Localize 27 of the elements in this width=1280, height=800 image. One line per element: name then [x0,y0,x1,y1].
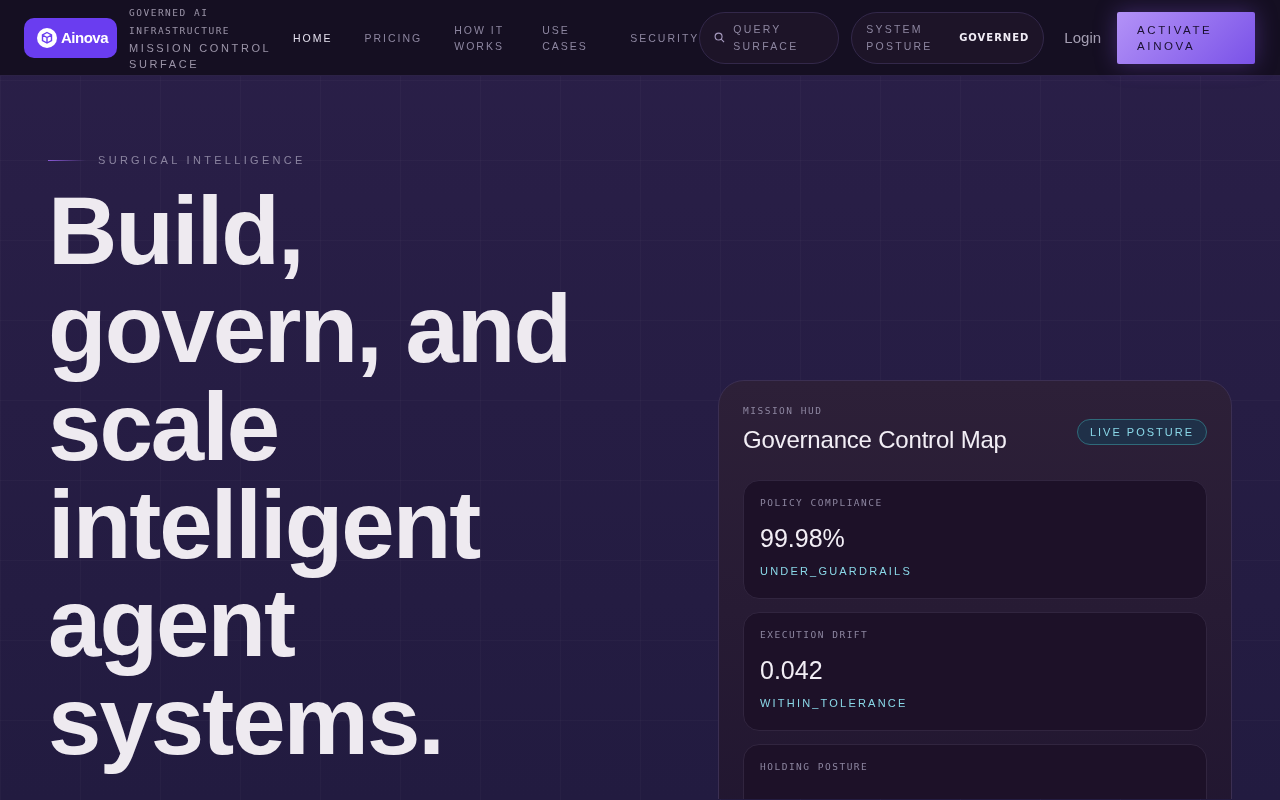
posture-value: GOVERNED [959,32,1030,43]
nav-link[interactable]: HOW IT WORKS [454,21,525,54]
metric-status: WITHIN_TOLERANCE [760,697,909,709]
brand-tagline: GOVERNED AI INFRASTRUCTURE [129,5,232,38]
hero-eyebrow: SURGICAL INTELLIGENCE [98,154,306,166]
posture-label: SYSTEM POSTURE [866,21,934,54]
metric-label: POLICY COMPLIANCE [760,497,884,508]
metric-value: 0.042 [760,656,824,685]
hero-headline: Build, govern, and scale intelligent agent systems. [48,182,572,776]
brand-subtitle: MISSION CONTROL SURFACE [129,40,272,72]
login-link[interactable]: Login [1064,29,1102,46]
cube-icon [37,27,57,48]
activate-button[interactable]: ACTIVATE AINOVA [1117,11,1256,64]
metric-label: EXECUTION DRIFT [760,629,870,640]
nav-link[interactable]: PRICING [364,29,423,46]
search-icon [714,32,726,43]
hud-title: Governance Control Map [743,426,1007,454]
live-posture-badge: LIVE POSTURE [1076,419,1207,445]
nav-link[interactable]: SECURITY [630,29,700,46]
nav-link[interactable]: HOME [293,29,333,46]
search-field[interactable]: QUERY SURFACE [699,11,840,64]
nav-link[interactable]: USE CASES [542,21,613,54]
metric-value: 99.98% [760,524,846,553]
metric-status: UNDER_GUARDRAILS [760,565,913,577]
hud-eyebrow: MISSION HUD [743,405,824,416]
metric-label: HOLDING POSTURE [760,761,870,772]
brand-logo[interactable]: Ainova [24,17,117,58]
